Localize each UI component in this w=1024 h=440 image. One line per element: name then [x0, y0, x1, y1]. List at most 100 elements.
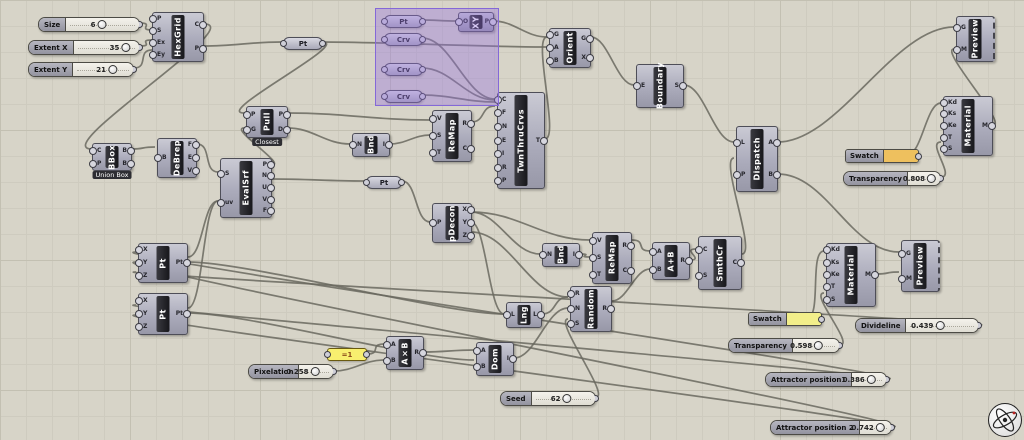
port-y[interactable]: [135, 259, 143, 267]
param-output-port[interactable]: [319, 40, 326, 47]
port-r[interactable]: [627, 242, 635, 250]
port-t[interactable]: [589, 271, 597, 279]
port-s[interactable]: [217, 170, 225, 178]
slider-knob[interactable]: [876, 423, 885, 432]
port-t[interactable]: [823, 283, 831, 291]
port-i[interactable]: [385, 141, 393, 149]
slider-extent-y[interactable]: Extent Y21: [28, 62, 134, 77]
component-xy[interactable]: XYOP: [458, 12, 494, 32]
port-p[interactable]: [283, 111, 291, 119]
port-a[interactable]: [773, 139, 781, 147]
port-s[interactable]: [567, 320, 575, 328]
port-p[interactable]: [243, 111, 251, 119]
port-c[interactable]: [627, 267, 635, 275]
port-kd[interactable]: [940, 99, 948, 107]
port-e[interactable]: [633, 82, 641, 90]
component-twnthrucrvs[interactable]: TwnThruCrvsCFNEIRPT: [497, 92, 545, 189]
param-crv[interactable]: Crv: [384, 63, 423, 76]
param-output-port[interactable]: [419, 66, 426, 73]
port-t[interactable]: [429, 149, 437, 157]
param-input-port[interactable]: [381, 36, 388, 43]
port-s[interactable]: [940, 145, 948, 153]
port-r[interactable]: [607, 305, 615, 313]
port-kd[interactable]: [823, 246, 831, 254]
component-a-b[interactable]: A+BABR: [652, 242, 690, 280]
port-s[interactable]: [679, 82, 687, 90]
component-pull[interactable]: PullPGPDClosest: [246, 106, 288, 138]
port-b[interactable]: [154, 154, 162, 162]
port-ke[interactable]: [940, 122, 948, 130]
component-remap[interactable]: ReMapVSTRC: [592, 232, 632, 284]
port-a[interactable]: [473, 347, 481, 355]
panel-expression[interactable]: =1: [327, 348, 367, 361]
component-material[interactable]: MaterialKdKsKeTSM: [943, 96, 993, 156]
port-g[interactable]: [898, 250, 906, 258]
port-i[interactable]: [494, 150, 502, 158]
port-ey[interactable]: [149, 51, 157, 59]
slider-track[interactable]: 0.386: [852, 373, 886, 386]
port-pt[interactable]: [183, 310, 191, 318]
colour-swatch[interactable]: Swatch: [845, 149, 919, 163]
component-material[interactable]: MaterialKdKsKeTSM: [826, 243, 876, 307]
port-r[interactable]: [685, 257, 693, 265]
port-b[interactable]: [127, 160, 135, 168]
port-l[interactable]: [733, 139, 741, 147]
component-bnd[interactable]: BndNI: [352, 133, 390, 157]
swatch-output-port[interactable]: [915, 153, 922, 160]
port-r[interactable]: [494, 164, 502, 172]
port-m[interactable]: [988, 122, 996, 130]
port-s[interactable]: [695, 272, 703, 280]
component-lng[interactable]: LngLL: [506, 302, 542, 328]
component-hexgrid[interactable]: HexGridPSExEyCP: [152, 12, 204, 62]
component-bbox[interactable]: BBoxCPBBUnion Box: [92, 143, 132, 171]
port-f[interactable]: [494, 109, 502, 117]
port-ex[interactable]: [149, 39, 157, 47]
slider-knob[interactable]: [927, 174, 936, 183]
param-pt[interactable]: Pt: [366, 176, 402, 189]
slider-seed[interactable]: Seed62: [500, 391, 596, 406]
port-c[interactable]: [737, 259, 745, 267]
port-v[interactable]: [589, 237, 597, 245]
port-n[interactable]: [539, 251, 547, 259]
port-v[interactable]: [192, 167, 200, 175]
component-dom[interactable]: DomABI: [476, 342, 514, 376]
port-e[interactable]: [192, 154, 200, 162]
port-p[interactable]: [267, 161, 275, 169]
param-output-port[interactable]: [419, 93, 426, 100]
port-v[interactable]: [267, 196, 275, 204]
port-l[interactable]: [503, 311, 511, 319]
component-pt[interactable]: PtXYZPt: [138, 293, 188, 335]
port-b[interactable]: [773, 171, 781, 179]
slider-track[interactable]: 6: [66, 18, 139, 31]
port-i[interactable]: [509, 355, 517, 363]
port-x[interactable]: [135, 246, 143, 254]
param-input-port[interactable]: [381, 66, 388, 73]
slider-transparency[interactable]: Transparency0.598: [728, 338, 840, 353]
colour-swatch[interactable]: Swatch: [748, 312, 822, 326]
port-z[interactable]: [135, 272, 143, 280]
port-uv[interactable]: [217, 199, 225, 207]
port-s[interactable]: [589, 254, 597, 262]
param-output-port[interactable]: [419, 36, 426, 43]
port-p[interactable]: [429, 219, 437, 227]
port-c[interactable]: [695, 246, 703, 254]
slider-knob[interactable]: [814, 341, 823, 350]
port-s[interactable]: [429, 132, 437, 140]
param-input-port[interactable]: [363, 179, 370, 186]
component-boundary[interactable]: BoundaryES: [636, 64, 684, 108]
param-input-port[interactable]: [280, 40, 287, 47]
component-remap[interactable]: ReMapVSTRC: [432, 110, 472, 162]
slider-extent-x[interactable]: Extent X35: [28, 40, 140, 55]
param-pt[interactable]: Pt: [283, 37, 323, 50]
port-g[interactable]: [243, 126, 251, 134]
panel-input-port[interactable]: [324, 351, 331, 358]
port-y[interactable]: [135, 310, 143, 318]
port-a[interactable]: [649, 248, 657, 256]
port-m[interactable]: [871, 271, 879, 279]
port-z[interactable]: [467, 232, 475, 240]
component-dispatch[interactable]: DispatchLPAB: [736, 126, 778, 192]
port-b[interactable]: [649, 266, 657, 274]
component-preview[interactable]: PreviewGM: [901, 240, 940, 292]
port-e[interactable]: [494, 137, 502, 145]
port-r[interactable]: [567, 290, 575, 298]
